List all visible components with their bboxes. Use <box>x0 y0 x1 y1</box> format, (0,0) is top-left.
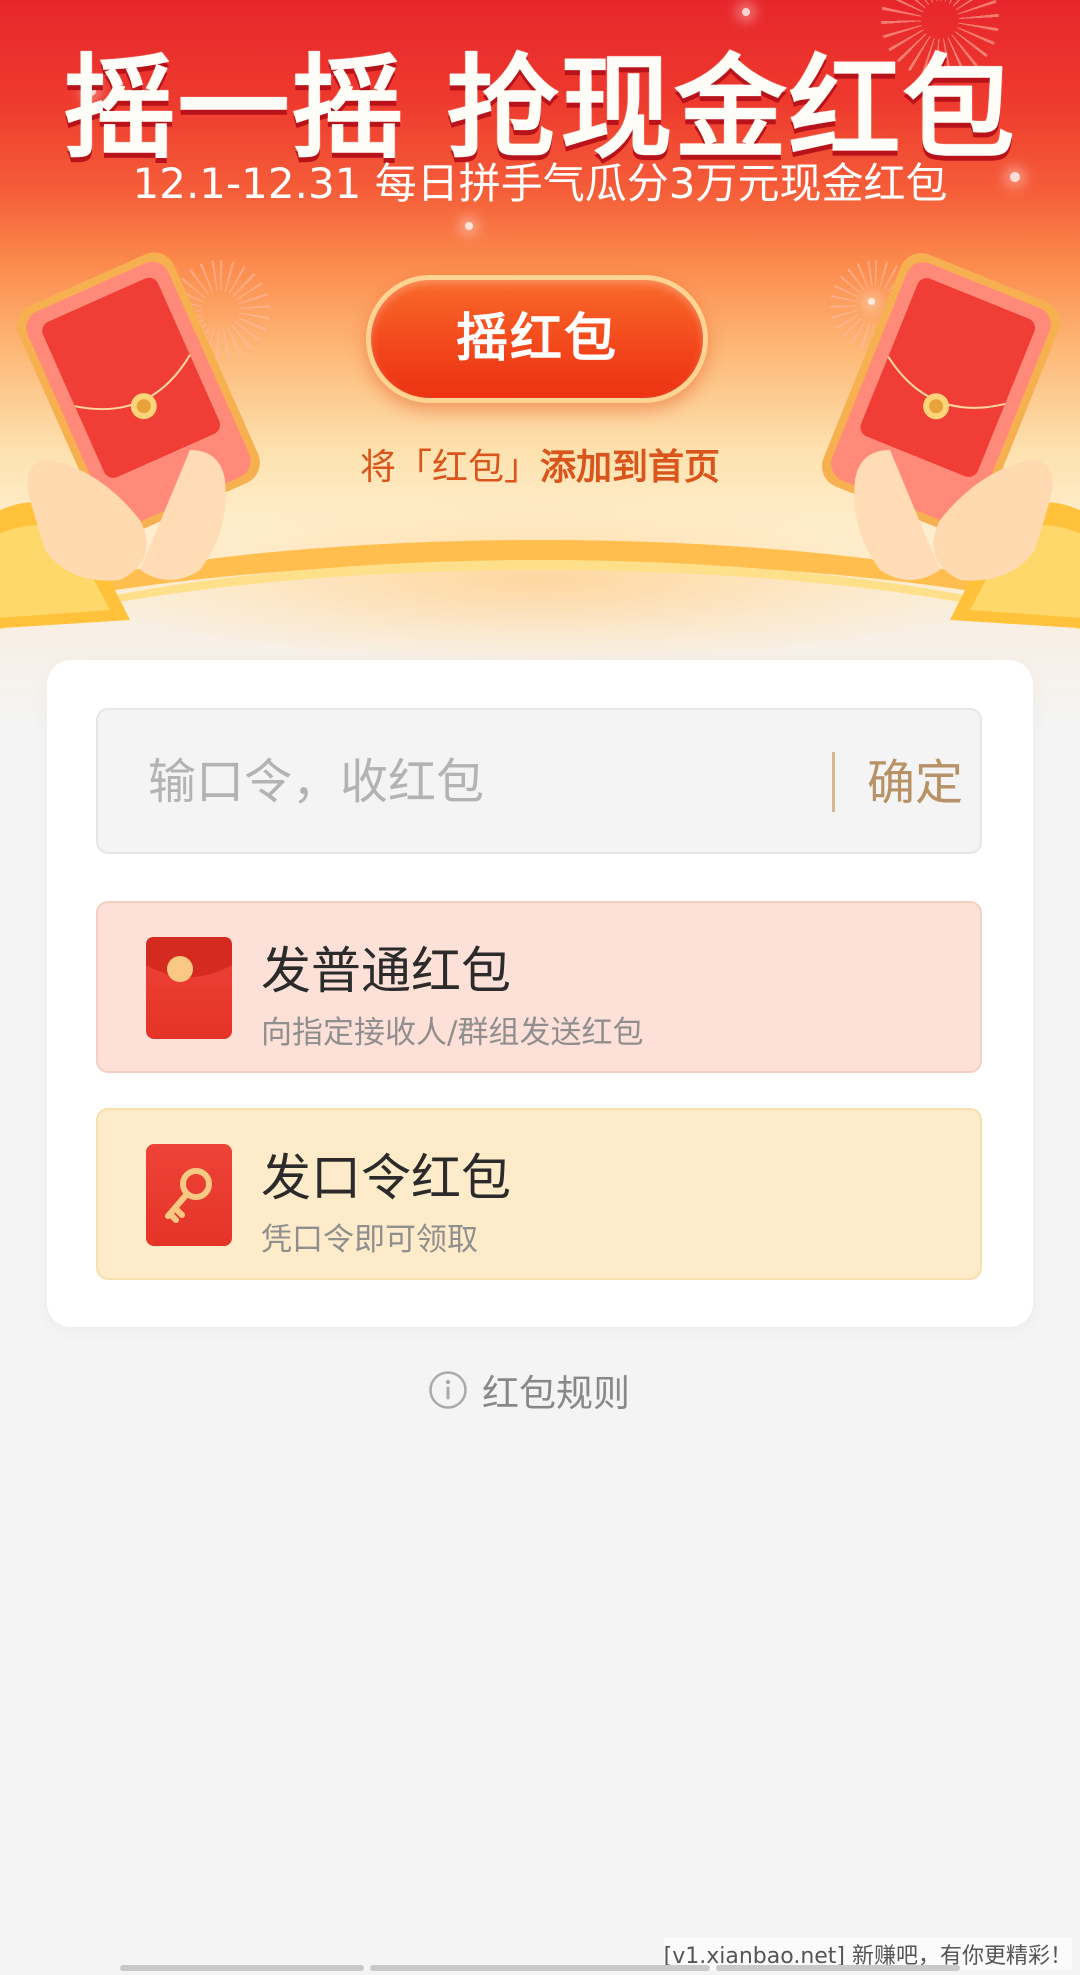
shake-red-packet-button[interactable]: 摇红包 <box>366 275 708 403</box>
confirm-button[interactable]: 确定 <box>848 710 982 856</box>
add-to-home-prefix: 将「红包」 <box>359 447 540 488</box>
bottom-indicator-bar <box>716 1965 960 1971</box>
red-packet-card: 确定 发普通红包 向指定接收人/群组发送红包 发口令红包 凭口令即可领取 <box>47 660 1033 1327</box>
red-envelope-icon <box>146 937 232 1039</box>
code-input-box: 确定 <box>96 708 982 854</box>
promo-subtitle: 12.1-12.31 每日拼手气瓜分3万元现金红包 <box>132 159 948 208</box>
key-icon <box>146 1144 232 1246</box>
red-packet-rules-link[interactable]: 红包规则 <box>428 1365 630 1415</box>
sparkle-decoration <box>465 222 473 230</box>
send-code-red-packet-option[interactable]: 发口令红包 凭口令即可领取 <box>96 1108 982 1280</box>
input-divider <box>832 752 835 812</box>
rules-label: 红包规则 <box>482 1372 630 1415</box>
hero-banner: 摇一摇 抢现金红包 12.1-12.31 每日拼手气瓜分3万元现金红包 摇红包 … <box>0 0 1080 730</box>
hand-phone-left-illustration <box>0 252 260 629</box>
hand-phone-right-illustration <box>821 253 1080 629</box>
send-normal-red-packet-option[interactable]: 发普通红包 向指定接收人/群组发送红包 <box>96 901 982 1073</box>
add-to-home-prompt[interactable]: 将「红包」添加到首页 <box>0 438 1080 490</box>
add-to-home-link[interactable]: 添加到首页 <box>540 447 720 488</box>
option-title: 发口令红包 <box>261 1149 511 1207</box>
info-icon <box>429 1371 467 1409</box>
option-title: 发普通红包 <box>261 942 511 1000</box>
code-input[interactable] <box>146 738 750 826</box>
option-description: 凭口令即可领取 <box>261 1222 478 1258</box>
option-description: 向指定接收人/群组发送红包 <box>261 1015 644 1051</box>
bottom-indicator-bar <box>120 1965 364 1971</box>
bottom-indicator-bar <box>370 1965 710 1971</box>
sparkle-decoration <box>742 8 750 16</box>
